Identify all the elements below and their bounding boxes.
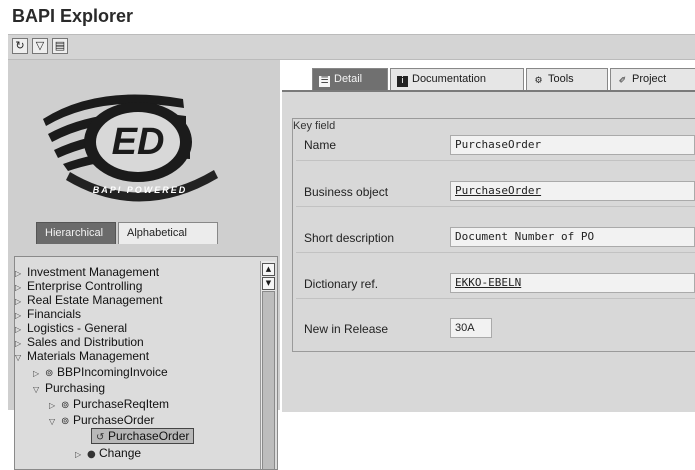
logo-mark: ED [112,121,165,163]
tree-node[interactable]: ▷ Sales and Distribution [15,335,144,349]
tree-node[interactable]: ▷ ● Change [75,446,141,460]
tree-node[interactable]: ▷ Real Estate Management [15,293,162,307]
tree-node-expanded[interactable]: ▽ Purchasing [33,381,105,395]
name-field[interactable]: PurchaseOrder [450,135,695,155]
divider [296,160,695,161]
documentation-icon: i [397,76,408,87]
tab-project[interactable]: ✐ Project [610,68,695,90]
short-description-field[interactable]: Document Number of PO [450,227,695,247]
bapi-logo: ED BAPI POWERED [43,94,218,202]
logo-arc-text: BAPI POWERED [93,185,188,195]
business-object-icon: ⊚ [45,368,54,379]
scroll-down-icon[interactable]: ▼ [262,277,275,290]
layout-icon[interactable]: ▤ [52,38,68,54]
tree-node[interactable]: ▷ Enterprise Controlling [15,279,142,293]
toolbar: ↻ ▽ ▤ [8,34,695,60]
field-label-business-object: Business object [304,185,389,199]
scroll-thumb[interactable] [262,291,275,469]
tab-hierarchical[interactable]: Hierarchical [36,222,116,244]
left-pane: ED BAPI POWERED Hierarchical Alphabetica… [8,60,280,470]
business-object-icon: ⊚ [61,416,70,427]
tree-node[interactable]: ▷ ⊚ PurchaseReqItem [49,397,169,411]
divider [296,206,695,207]
business-object-icon: ⊚ [61,400,70,411]
dictionary-ref-field[interactable]: EKKO-EBELN [450,273,695,293]
tree-node-expanded[interactable]: ▽ ⊚ PurchaseOrder [49,413,154,427]
method-icon: ● [87,449,96,460]
field-label-new-in-release: New in Release [304,322,389,336]
tab-documentation[interactable]: i Documentation [390,68,524,90]
field-label-short-description: Short description [304,231,395,245]
window-title: BAPI Explorer [12,6,134,26]
filter-icon[interactable]: ▽ [32,38,48,54]
tree-node[interactable]: ▷ Logistics - General [15,321,127,335]
business-object-field[interactable]: PurchaseOrder [450,181,695,201]
group-title: Key field [293,120,336,132]
tree-scrollbar[interactable]: ▲ ▼ [260,261,275,469]
tools-icon: ⚙ [534,76,543,86]
object-tree[interactable]: ▷ Investment Management ▷ Enterprise Contr… [14,256,278,470]
tab-tools[interactable]: ⚙ Tools [526,68,608,90]
field-label-dictionary-ref: Dictionary ref. [304,277,379,291]
tree-node[interactable]: ▷ ⊚ BBPIncomingInvoice [33,365,168,379]
tab-alphabetical[interactable]: Alphabetical [118,222,218,244]
tab-detail[interactable]: ☰ Detail [312,68,388,90]
tree-node[interactable]: ▷ Financials [15,307,81,321]
tree-node-selected[interactable]: ↺ PurchaseOrder [91,428,195,444]
field-label-name: Name [304,138,337,152]
refresh-icon[interactable]: ↻ [12,38,28,54]
tree-node-expanded[interactable]: ▽ Materials Management [15,349,149,363]
detail-icon: ☰ [319,76,330,87]
divider [296,298,695,299]
key-field-icon: ↺ [96,432,105,443]
scroll-up-icon[interactable]: ▲ [262,263,275,276]
new-in-release-field[interactable]: 30A [450,318,492,338]
divider [296,252,695,253]
project-icon: ✐ [618,76,627,86]
tree-node[interactable]: ▷ Investment Management [15,265,159,279]
